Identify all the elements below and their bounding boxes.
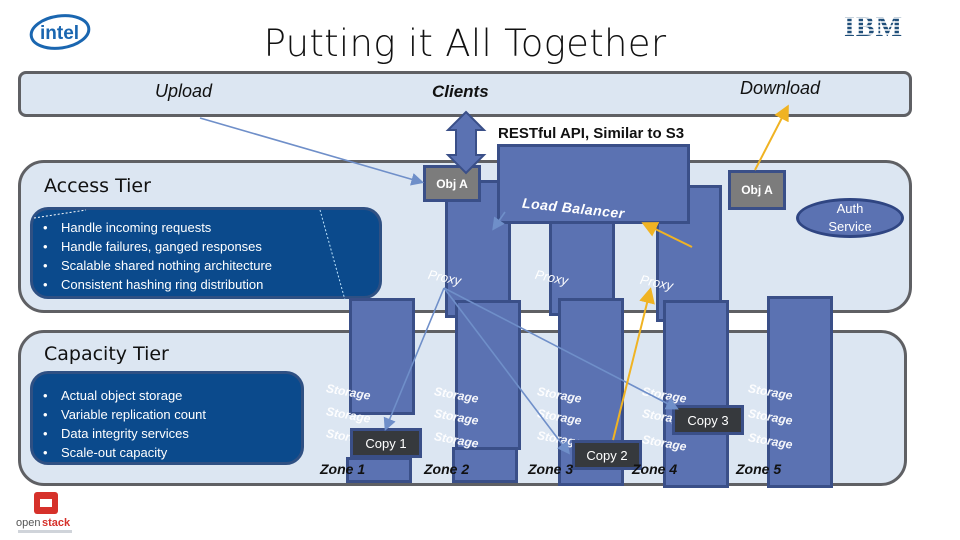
auth-service-label-line2: Service <box>828 219 872 234</box>
clients-label: Clients <box>432 82 489 101</box>
object-box: Obj A <box>423 165 481 202</box>
bullet-item: Variable replication count <box>33 405 301 424</box>
capacity-tier-bullets: Actual object storage Variable replicati… <box>30 371 304 465</box>
svg-text:stack: stack <box>42 517 71 529</box>
openstack-logo: open stack <box>16 492 72 533</box>
zone-label: Zone 3 <box>528 461 574 477</box>
svg-text:open: open <box>16 517 40 529</box>
storage-node-zone2 <box>455 300 521 450</box>
copy-box: Copy 3 <box>672 405 744 435</box>
zone-label: Zone 5 <box>736 461 782 477</box>
copy-box: Copy 1 <box>350 428 422 458</box>
capacity-tier-title: Capacity Tier <box>44 343 169 365</box>
bullet-item: Handle failures, ganged responses <box>33 237 379 256</box>
bullet-item: Actual object storage <box>33 386 301 405</box>
bullet-item: Data integrity services <box>33 424 301 443</box>
object-box: Obj A <box>728 170 786 210</box>
download-label: Download <box>740 78 821 98</box>
zone-label: Zone 1 <box>320 461 366 477</box>
upload-label: Upload <box>155 81 213 101</box>
zone-label: Zone 4 <box>632 461 678 477</box>
svg-text:intel: intel <box>40 23 79 44</box>
api-label: RESTful API, Similar to S3 <box>498 125 685 142</box>
intel-logo: intel <box>29 14 91 50</box>
slide-title: Putting it All Together <box>263 22 667 65</box>
zone-label: Zone 2 <box>424 461 470 477</box>
access-tier-bullets: Handle incoming requests Handle failures… <box>30 207 382 299</box>
svg-text:IBM: IBM <box>844 12 903 42</box>
bullet-item: Scale-out capacity <box>33 443 301 462</box>
bullet-item: Handle incoming requests <box>33 218 379 237</box>
auth-service-label-line1: Auth <box>836 201 864 216</box>
ibm-logo: IBM <box>842 12 922 42</box>
bullet-item: Scalable shared nothing architecture <box>33 256 379 275</box>
auth-service: Auth Service <box>796 198 904 238</box>
bullet-item: Consistent hashing ring distribution <box>33 275 379 294</box>
access-tier-title: Access Tier <box>44 175 151 197</box>
